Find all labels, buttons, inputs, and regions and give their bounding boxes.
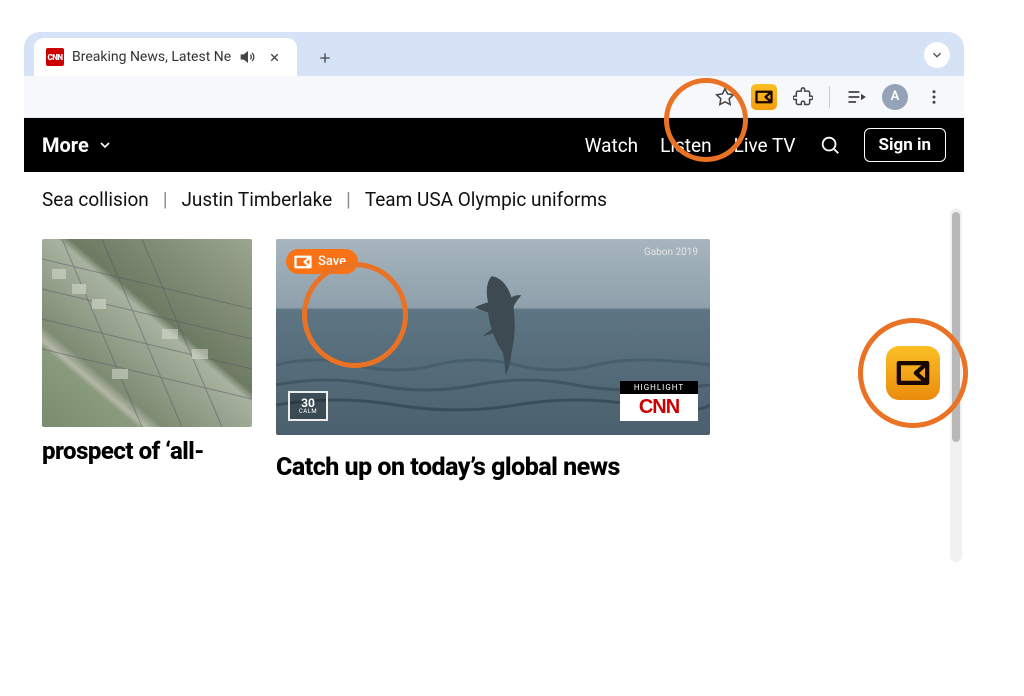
highlight-label: HIGHLIGHT	[620, 381, 698, 394]
extension-logo-icon	[294, 255, 312, 269]
video-credit: Gabon 2019	[644, 247, 698, 258]
nav-link-watch[interactable]: Watch	[585, 134, 639, 157]
chevron-down-icon	[97, 137, 113, 153]
article-card[interactable]: prospect of ‘all-	[42, 239, 252, 483]
browser-window: CNN Breaking News, Latest Ne	[24, 32, 964, 572]
new-tab-button[interactable]	[311, 44, 339, 72]
tab-title: Breaking News, Latest Ne	[72, 49, 231, 65]
bookmark-star-icon[interactable]	[713, 85, 737, 109]
audio-playing-icon[interactable]	[239, 48, 257, 66]
nav-more-label: More	[42, 133, 89, 157]
card-row: prospect of ‘all- Save Gabon 2019	[24, 227, 964, 483]
extension-button[interactable]	[751, 84, 777, 110]
extensions-puzzle-icon[interactable]	[791, 85, 815, 109]
video-thumbnail: Save Gabon 2019	[276, 239, 710, 435]
cnn-logo-icon: CNN	[620, 394, 698, 421]
browser-tab[interactable]: CNN Breaking News, Latest Ne	[34, 38, 297, 76]
trending-bar: Sea collision | Justin Timberlake | Team…	[24, 172, 964, 227]
floating-extension-button[interactable]	[886, 346, 940, 400]
tab-dropdown-button[interactable]	[924, 42, 950, 68]
nav-link-listen[interactable]: Listen	[660, 134, 711, 157]
profile-avatar[interactable]: A	[882, 84, 908, 110]
trending-separator: |	[346, 188, 351, 211]
video-duration-badge: 30 CALM	[288, 391, 328, 421]
trending-item[interactable]: Sea collision	[42, 188, 149, 211]
video-card[interactable]: Save Gabon 2019	[276, 239, 710, 483]
scrollbar-thumb[interactable]	[952, 212, 960, 442]
signin-button[interactable]: Sign in	[864, 128, 946, 162]
nav-link-livetv[interactable]: Live TV	[734, 134, 796, 157]
scrollbar[interactable]	[950, 208, 962, 562]
tab-strip: CNN Breaking News, Latest Ne	[24, 32, 964, 76]
cnn-favicon-icon: CNN	[46, 48, 64, 66]
cnn-highlight-badge: HIGHLIGHT CNN	[620, 381, 698, 421]
site-navbar: More Watch Listen Live TV Sign in	[24, 118, 964, 172]
menu-dots-icon[interactable]	[922, 85, 946, 109]
browser-toolbar: A	[24, 76, 964, 118]
media-control-icon[interactable]	[844, 85, 868, 109]
save-button[interactable]: Save	[286, 249, 358, 274]
nav-more-button[interactable]: More	[42, 133, 113, 157]
save-button-label: Save	[318, 254, 346, 269]
search-icon[interactable]	[818, 133, 842, 157]
article-thumbnail	[42, 239, 252, 427]
trending-separator: |	[163, 188, 168, 211]
toolbar-divider	[829, 86, 830, 108]
badge-subtext: CALM	[299, 409, 317, 415]
video-headline: Catch up on today’s global news	[276, 435, 710, 483]
page-content: More Watch Listen Live TV Sign in Sea co…	[24, 118, 964, 572]
close-tab-icon[interactable]	[265, 48, 283, 66]
trending-item[interactable]: Team USA Olympic uniforms	[365, 188, 607, 211]
trending-item[interactable]: Justin Timberlake	[181, 188, 332, 211]
article-headline: prospect of ‘all-	[42, 427, 252, 466]
